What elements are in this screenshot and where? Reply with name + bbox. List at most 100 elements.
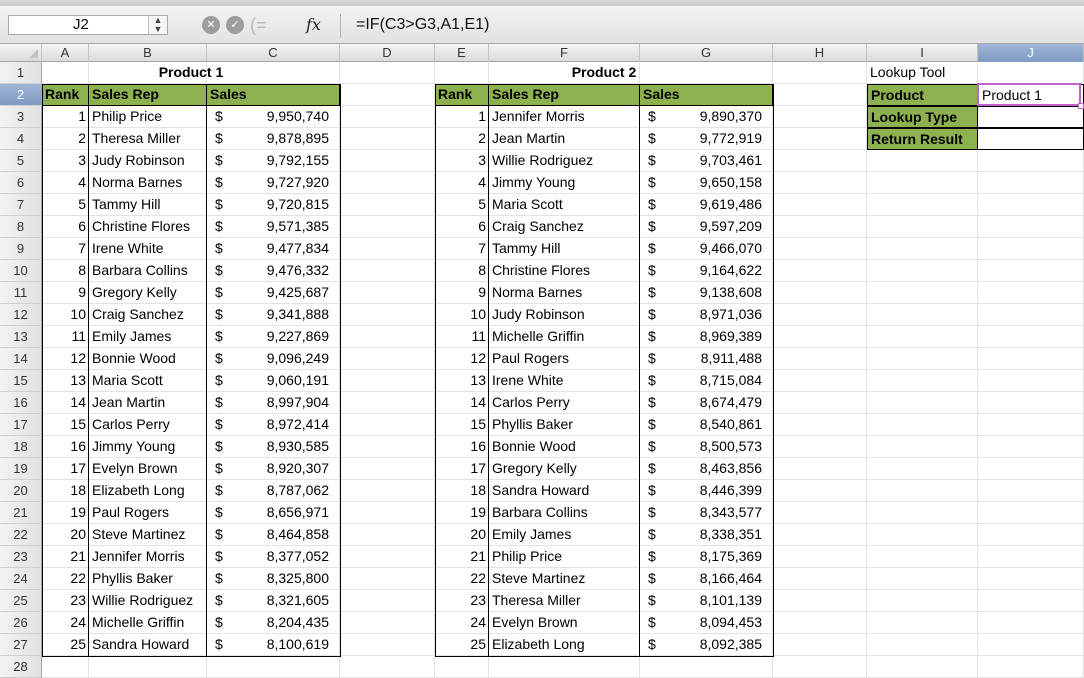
product1-rank-cell[interactable]: 20 <box>42 524 89 546</box>
product2-sales-cell[interactable]: 8,338,351 <box>640 524 773 546</box>
product2-header-sales-rep[interactable]: Sales Rep <box>489 84 640 106</box>
product1-sales-rep-cell[interactable]: Norma Barnes <box>89 172 207 194</box>
product2-sales-cell[interactable]: 8,971,036 <box>640 304 773 326</box>
product2-sales-rep-cell[interactable]: Norma Barnes <box>489 282 640 304</box>
product2-sales-cell[interactable]: 8,092,385 <box>640 634 773 656</box>
product2-rank-cell[interactable]: 17 <box>435 458 489 480</box>
product2-rank-cell[interactable]: 9 <box>435 282 489 304</box>
product1-header-sales-rep[interactable]: Sales Rep <box>89 84 207 106</box>
product1-rank-cell[interactable]: 19 <box>42 502 89 524</box>
product2-rank-cell[interactable]: 10 <box>435 304 489 326</box>
product1-sales-cell[interactable]: 9,425,687 <box>207 282 340 304</box>
column-header-d[interactable]: D <box>340 44 435 62</box>
product2-sales-rep-cell[interactable]: Bonnie Wood <box>489 436 640 458</box>
product1-rank-cell[interactable]: 15 <box>42 414 89 436</box>
row-header-24[interactable]: 24 <box>0 568 42 590</box>
product1-sales-cell[interactable]: 8,204,435 <box>207 612 340 634</box>
product2-rank-cell[interactable]: 24 <box>435 612 489 634</box>
row-header-8[interactable]: 8 <box>0 216 42 238</box>
product1-sales-rep-cell[interactable]: Gregory Kelly <box>89 282 207 304</box>
product1-sales-rep-cell[interactable]: Paul Rogers <box>89 502 207 524</box>
product1-sales-rep-cell[interactable]: Irene White <box>89 238 207 260</box>
row-header-15[interactable]: 15 <box>0 370 42 392</box>
product2-sales-cell[interactable]: 9,890,370 <box>640 106 773 128</box>
product1-rank-cell[interactable]: 18 <box>42 480 89 502</box>
row-header-22[interactable]: 22 <box>0 524 42 546</box>
product1-sales-cell[interactable]: 8,656,971 <box>207 502 340 524</box>
product1-rank-cell[interactable]: 25 <box>42 634 89 656</box>
product1-sales-rep-cell[interactable]: Phyllis Baker <box>89 568 207 590</box>
column-header-b[interactable]: B <box>89 44 207 62</box>
row-header-19[interactable]: 19 <box>0 458 42 480</box>
product2-rank-cell[interactable]: 1 <box>435 106 489 128</box>
product2-rank-cell[interactable]: 2 <box>435 128 489 150</box>
product1-header-sales[interactable]: Sales <box>207 84 340 106</box>
product2-sales-rep-cell[interactable]: Carlos Perry <box>489 392 640 414</box>
product1-sales-rep-cell[interactable]: Michelle Griffin <box>89 612 207 634</box>
product1-sales-rep-cell[interactable]: Carlos Perry <box>89 414 207 436</box>
product1-sales-cell[interactable]: 9,060,191 <box>207 370 340 392</box>
row-header-11[interactable]: 11 <box>0 282 42 304</box>
product1-rank-cell[interactable]: 9 <box>42 282 89 304</box>
product2-sales-rep-cell[interactable]: Steve Martinez <box>489 568 640 590</box>
product2-sales-rep-cell[interactable]: Paul Rogers <box>489 348 640 370</box>
product1-rank-cell[interactable]: 1 <box>42 106 89 128</box>
product2-title[interactable]: Product 2 <box>435 62 773 84</box>
column-header-f[interactable]: F <box>489 44 640 62</box>
product2-rank-cell[interactable]: 7 <box>435 238 489 260</box>
product2-sales-rep-cell[interactable]: Irene White <box>489 370 640 392</box>
product1-sales-rep-cell[interactable]: Bonnie Wood <box>89 348 207 370</box>
lookup-value-product[interactable]: Product 1 <box>978 84 1084 106</box>
product2-rank-cell[interactable]: 19 <box>435 502 489 524</box>
product1-sales-cell[interactable]: 9,878,895 <box>207 128 340 150</box>
product1-sales-rep-cell[interactable]: Sandra Howard <box>89 634 207 656</box>
row-header-23[interactable]: 23 <box>0 546 42 568</box>
row-header-27[interactable]: 27 <box>0 634 42 656</box>
column-header-j[interactable]: J <box>978 44 1084 62</box>
product2-rank-cell[interactable]: 16 <box>435 436 489 458</box>
product2-sales-cell[interactable]: 9,619,486 <box>640 194 773 216</box>
worksheet-grid[interactable]: Product 1 Rank Sales Rep Sales 1 Philip Price… <box>42 62 1084 678</box>
fill-handle[interactable] <box>1078 103 1084 109</box>
product2-rank-cell[interactable]: 11 <box>435 326 489 348</box>
product2-sales-cell[interactable]: 8,715,084 <box>640 370 773 392</box>
product2-rank-cell[interactable]: 3 <box>435 150 489 172</box>
product2-sales-cell[interactable]: 8,500,573 <box>640 436 773 458</box>
product1-sales-rep-cell[interactable]: Craig Sanchez <box>89 304 207 326</box>
product2-rank-cell[interactable]: 6 <box>435 216 489 238</box>
product2-sales-cell[interactable]: 8,446,399 <box>640 480 773 502</box>
product2-sales-cell[interactable]: 9,164,622 <box>640 260 773 282</box>
product1-sales-cell[interactable]: 9,720,815 <box>207 194 340 216</box>
product1-sales-cell[interactable]: 9,477,834 <box>207 238 340 260</box>
paren-icon[interactable]: (= <box>250 16 270 34</box>
product1-rank-cell[interactable]: 21 <box>42 546 89 568</box>
product1-sales-rep-cell[interactable]: Tammy Hill <box>89 194 207 216</box>
product1-sales-cell[interactable]: 8,920,307 <box>207 458 340 480</box>
row-header-12[interactable]: 12 <box>0 304 42 326</box>
product2-sales-rep-cell[interactable]: Tammy Hill <box>489 238 640 260</box>
product2-sales-rep-cell[interactable]: Jennifer Morris <box>489 106 640 128</box>
product1-sales-cell[interactable]: 8,972,414 <box>207 414 340 436</box>
row-header-13[interactable]: 13 <box>0 326 42 348</box>
product1-sales-rep-cell[interactable]: Barbara Collins <box>89 260 207 282</box>
product1-title[interactable]: Product 1 <box>42 62 340 84</box>
product2-sales-rep-cell[interactable]: Maria Scott <box>489 194 640 216</box>
product2-sales-rep-cell[interactable]: Craig Sanchez <box>489 216 640 238</box>
product1-rank-cell[interactable]: 7 <box>42 238 89 260</box>
row-header-28[interactable]: 28 <box>0 656 42 678</box>
row-header-7[interactable]: 7 <box>0 194 42 216</box>
product1-sales-cell[interactable]: 8,377,052 <box>207 546 340 568</box>
product2-sales-rep-cell[interactable]: Elizabeth Long <box>489 634 640 656</box>
product1-rank-cell[interactable]: 23 <box>42 590 89 612</box>
row-header-3[interactable]: 3 <box>0 106 42 128</box>
product1-sales-rep-cell[interactable]: Judy Robinson <box>89 150 207 172</box>
row-header-26[interactable]: 26 <box>0 612 42 634</box>
row-header-2[interactable]: 2 <box>0 84 42 106</box>
product2-rank-cell[interactable]: 25 <box>435 634 489 656</box>
product1-sales-cell[interactable]: 8,787,062 <box>207 480 340 502</box>
product2-rank-cell[interactable]: 13 <box>435 370 489 392</box>
product1-rank-cell[interactable]: 22 <box>42 568 89 590</box>
product2-sales-cell[interactable]: 8,540,861 <box>640 414 773 436</box>
product1-sales-rep-cell[interactable]: Steve Martinez <box>89 524 207 546</box>
product1-rank-cell[interactable]: 24 <box>42 612 89 634</box>
